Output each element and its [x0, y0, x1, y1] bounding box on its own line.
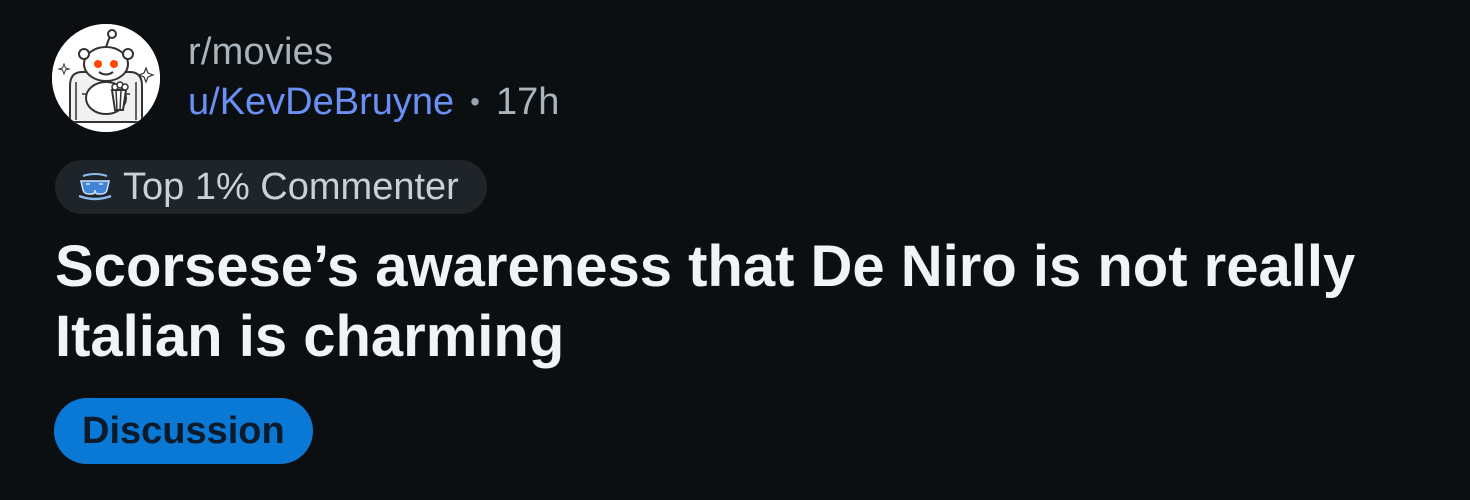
post-header: r/movies u/KevDeBruyne • 17h: [52, 24, 559, 132]
snoo-popcorn-icon: [52, 24, 160, 132]
post-title[interactable]: Scorsese’s awareness that De Niro is not…: [55, 232, 1435, 372]
author-username[interactable]: u/KevDeBruyne: [188, 78, 454, 126]
post-age: 17h: [495, 81, 560, 123]
post-card: r/movies u/KevDeBruyne • 17h Top 1% Comm…: [0, 0, 1470, 500]
post-flair-tag-label: Discussion: [82, 409, 285, 452]
sunglasses-icon: [77, 172, 113, 202]
post-meta: r/movies u/KevDeBruyne • 17h: [188, 30, 559, 126]
post-flair-tag[interactable]: Discussion: [54, 398, 313, 464]
subreddit-avatar[interactable]: [52, 24, 160, 132]
subreddit-name[interactable]: r/movies: [188, 30, 559, 74]
author-line: u/KevDeBruyne • 17h: [188, 78, 559, 126]
meta-separator: •: [470, 86, 480, 117]
user-flair-badge: Top 1% Commenter: [55, 160, 487, 214]
flair-label: Top 1% Commenter: [123, 165, 459, 208]
